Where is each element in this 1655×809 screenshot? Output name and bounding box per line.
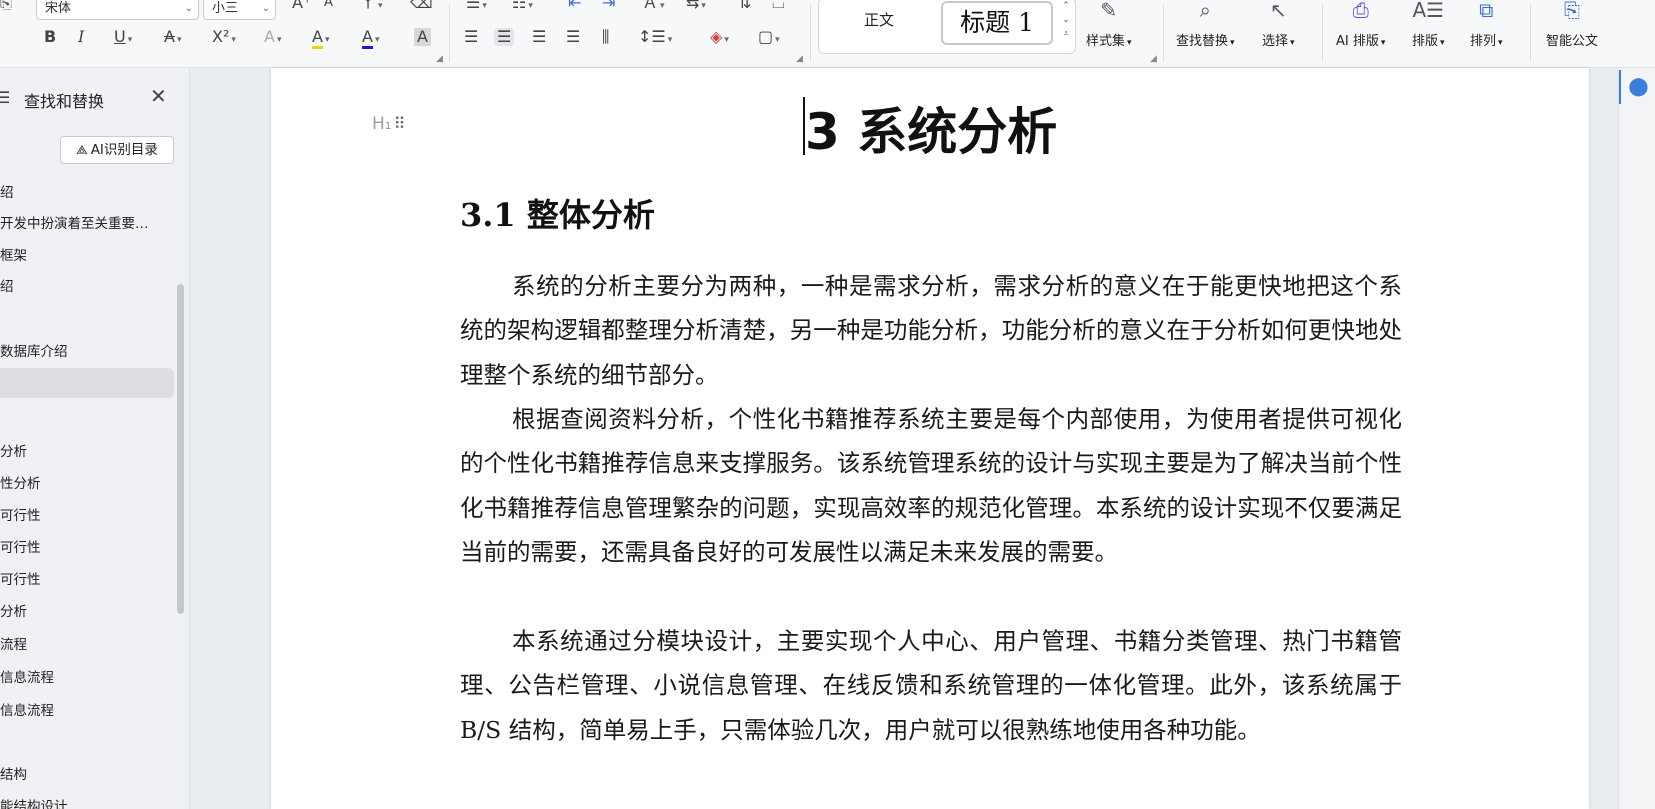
toc-item[interactable]: 可行性 [0, 536, 41, 556]
cursor-icon: ↖ [1269, 0, 1287, 22]
clipboard-icon[interactable]: ⎘ [0, 0, 12, 12]
toc-item[interactable]: 分析 [0, 440, 27, 460]
sort-swap-icon[interactable]: ⇆ ▾ [686, 0, 706, 15]
increase-indent-icon[interactable]: ⇥ [602, 0, 615, 12]
highlight-color-icon[interactable]: A ▾ [312, 27, 329, 49]
font-name-value: 宋体 [45, 1, 72, 16]
line-spacing-icon[interactable]: ↕☰ ▾ [638, 28, 672, 49]
toc-item[interactable]: 性分析 [0, 472, 41, 492]
align-left-icon[interactable]: ☰ [464, 28, 478, 46]
font-size-value: 小三 [212, 1, 239, 16]
right-sidebar: ⬤ [1618, 68, 1655, 809]
toc-item[interactable]: 数据库介绍 [0, 340, 68, 360]
decrease-indent-icon[interactable]: ⇤ [568, 0, 581, 12]
brush-icon: ✎ [1100, 0, 1118, 22]
toc-selected-row[interactable] [0, 368, 174, 398]
shrink-font-icon[interactable]: A⁻ [324, 0, 340, 12]
smart-document-button[interactable]: ⎘ 智能公文 [1546, 0, 1598, 49]
document-star-icon: ⎘ [1564, 0, 1580, 22]
bold-icon[interactable]: B [44, 28, 56, 46]
search-icon: ⌕ [1199, 0, 1211, 22]
align-center-icon[interactable]: ☰ [494, 28, 515, 46]
pane-title: 查找和替换 [24, 92, 105, 111]
drag-handle-icon[interactable]: ⠿ [394, 114, 406, 133]
toc-item[interactable]: 绍 [0, 275, 14, 295]
toc-item[interactable]: 可行性 [0, 504, 41, 524]
arrange-button[interactable]: ⧉ 排列 ▾ [1470, 0, 1503, 49]
font-color-icon[interactable]: A ▾ [362, 27, 379, 49]
style-heading-1[interactable]: 标题 1 [941, 1, 1053, 45]
toc-item[interactable]: 结构 [0, 763, 27, 783]
location-pin-icon[interactable]: ⬤ [1619, 70, 1655, 104]
body-paragraph[interactable]: 本系统通过分模块设计，主要实现个人中心、用户管理、书籍分类管理、热门书籍管理、公… [460, 619, 1402, 752]
layout-button[interactable]: A☰ 排版 ▾ [1412, 0, 1445, 49]
body-paragraph[interactable]: 根据查阅资料分析，个性化书籍推荐系统主要是每个内部使用，为使用者提供可视化的个性… [460, 397, 1402, 574]
toc-item[interactable]: 开发中扮演着至关重要… [0, 212, 149, 232]
ai-icon: ⟁ [76, 143, 88, 158]
strikethrough-icon[interactable]: A ▾ [164, 28, 181, 49]
toc-item[interactable]: 框架 [0, 244, 27, 264]
pane-scrollbar[interactable] [177, 284, 184, 614]
chapter-heading[interactable]: 3 系统分析 [805, 92, 1057, 164]
toc-item[interactable]: 信息流程 [0, 666, 54, 686]
heading-level-label: H₁ [372, 114, 392, 134]
font-name-select[interactable]: 宋体 ⌄ [36, 0, 199, 20]
find-replace-button[interactable]: ⌕ 查找替换 ▾ [1176, 0, 1235, 49]
toc-item[interactable]: 可行性 [0, 568, 41, 588]
ai-recognize-toc-label: AI识别目录 [90, 142, 158, 158]
superscript-icon[interactable]: X² ▾ [212, 28, 236, 49]
styles-group-launcher-icon[interactable]: ◢ [1150, 54, 1157, 64]
toc-item[interactable]: 能结构设计 [0, 795, 68, 809]
shading-icon[interactable]: ◈ ▾ [710, 28, 729, 49]
section-heading[interactable]: 3.1 整体分析 [460, 190, 655, 236]
numbered-list-icon[interactable]: ☷ ▾ [512, 0, 533, 15]
font-size-select[interactable]: 小三 ⌄ [203, 0, 276, 20]
navigation-pane: ☰ 查找和替换 ✕ ⟁AI识别目录 绍 开发中扮演着至关重要… 框架 绍 数据库… [0, 68, 190, 809]
layout-icon: A☰ [1412, 0, 1445, 22]
toc-item[interactable]: 信息流程 [0, 699, 54, 719]
ai-layout-icon: ⎙ [1352, 0, 1369, 22]
grow-font-icon[interactable]: A⁺ [292, 0, 311, 12]
font-group-launcher-icon[interactable]: ◢ [436, 54, 443, 64]
clear-format-icon[interactable]: ⌫ [410, 0, 433, 12]
pane-menu-icon[interactable]: ☰ [0, 88, 10, 107]
toc-item[interactable]: 分析 [0, 600, 27, 620]
paragraph-group-launcher-icon[interactable]: ◢ [796, 54, 803, 64]
arrange-icon: ⧉ [1479, 0, 1494, 22]
sort-az-icon[interactable]: ⇅ [738, 0, 751, 12]
align-right-icon[interactable]: ☰ [532, 28, 546, 46]
italic-icon[interactable]: I [78, 28, 84, 46]
toc-item[interactable]: 流程 [0, 633, 27, 653]
select-button[interactable]: ↖ 选择 ▾ [1262, 0, 1295, 49]
body-paragraph[interactable]: 系统的分析主要分为两种，一种是需求分析，需求分析的意义在于能更快地把这个系统的架… [460, 264, 1402, 397]
justify-icon[interactable]: ☰ [566, 28, 580, 46]
style-normal[interactable]: 正文 [864, 9, 894, 30]
toc-item[interactable]: 绍 [0, 181, 14, 201]
chevron-down-icon: ⌄ [184, 3, 193, 14]
bullet-list-icon[interactable]: ☰ ▾ [466, 0, 487, 15]
character-shading-icon[interactable]: A [414, 28, 431, 46]
borders-icon[interactable]: ▢ ▾ [758, 28, 780, 49]
distribute-icon[interactable]: ⫼ [602, 28, 609, 46]
ribbon-toolbar: ⎘ 宋体 ⌄ 小三 ⌄ A⁺ A⁻ ㄚ ▾ ⌫ B I U ▾ A ▾ X² ▾ A ▾ … [0, 0, 1655, 68]
styles-gallery: 正文 标题 1 ⌃ ⌄ ⩡ [818, 0, 1076, 54]
heading-level-marker[interactable]: H₁ ⠿ [372, 114, 405, 134]
pinyin-guide-icon[interactable]: ㄚ ▾ [360, 0, 383, 15]
chevron-down-icon: ⌄ [261, 3, 270, 14]
ai-layout-button[interactable]: ⎙ AI 排版 ▾ [1336, 0, 1385, 49]
text-direction-icon[interactable]: Ａ ▾ [642, 0, 665, 15]
style-set-button[interactable]: ✎ 样式集 ▾ [1086, 0, 1132, 49]
text-effect-icon[interactable]: A ▾ [264, 28, 281, 49]
ai-recognize-toc-button[interactable]: ⟁ AI识别目录 [60, 136, 174, 164]
close-icon[interactable]: ✕ [150, 84, 167, 108]
underline-icon[interactable]: U ▾ [114, 28, 132, 49]
show-marks-icon[interactable]: ⌴ [772, 0, 785, 12]
styles-scroll[interactable]: ⌃ ⌄ ⩡ [1059, 0, 1073, 41]
